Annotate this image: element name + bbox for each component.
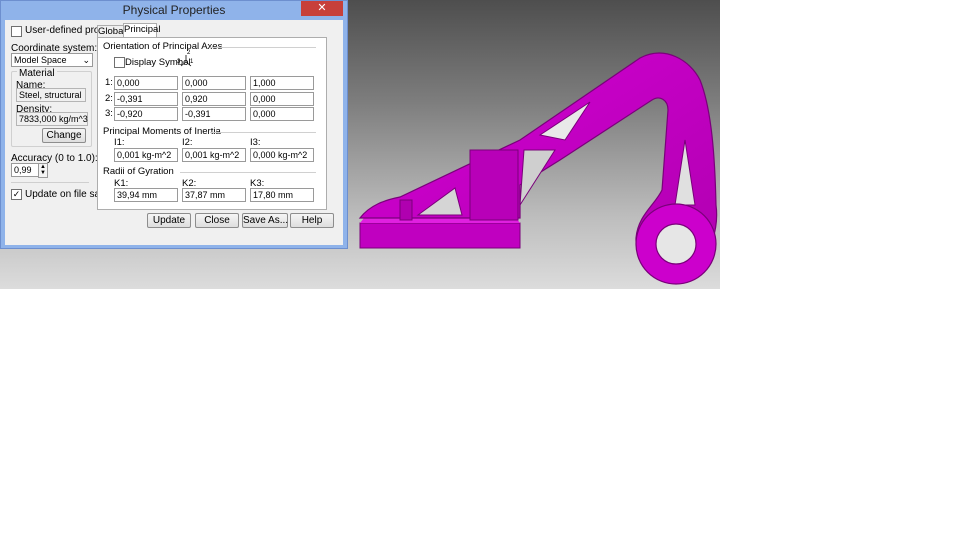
- axis-3-x[interactable]: -0,920: [114, 107, 178, 121]
- accuracy-input[interactable]: 0,99: [11, 163, 39, 177]
- close-button[interactable]: Close: [195, 213, 239, 228]
- moment-label: I1:: [114, 137, 125, 148]
- density-field: 7833,000 kg/m^3: [16, 112, 88, 126]
- update-on-save-checkbox[interactable]: ✓: [11, 189, 22, 200]
- orientation-section-title: Orientation of Principal Axes: [103, 41, 223, 52]
- gyration-section-title: Radii of Gyration: [103, 166, 174, 177]
- moment-i3-field[interactable]: 0,000 kg-m^2: [250, 148, 314, 162]
- axis-2-z[interactable]: 0,000: [250, 92, 314, 106]
- display-symbol-checkbox[interactable]: [114, 57, 125, 68]
- gyration-k3-field[interactable]: 17,80 mm: [250, 188, 314, 202]
- axis-triad-icon: 2 3 1: [177, 50, 194, 69]
- base-plate: [359, 222, 521, 249]
- change-material-button[interactable]: Change: [42, 128, 86, 143]
- coord-system-select[interactable]: Model Space ⌄: [11, 53, 93, 67]
- section-line: [180, 172, 316, 173]
- tab-principal[interactable]: Principal: [123, 23, 160, 38]
- axis-2-y[interactable]: 0,920: [182, 92, 246, 106]
- section-line: [210, 132, 316, 133]
- row-label: 3:: [105, 108, 113, 119]
- user-defined-checkbox[interactable]: [11, 26, 22, 37]
- moment-label: I3:: [250, 137, 261, 148]
- row-label: 1:: [105, 77, 113, 88]
- title-bar[interactable]: Physical Properties ✕: [1, 1, 347, 20]
- cutout-mid: [519, 149, 556, 206]
- principal-tab-panel: Orientation of Principal Axes Display Sy…: [97, 37, 327, 210]
- accuracy-spinner[interactable]: ▲ ▼: [38, 163, 48, 178]
- axis-2-x[interactable]: -0,391: [114, 92, 178, 106]
- mount-hole: [655, 223, 697, 265]
- chevron-down-icon: ⌄: [82, 55, 90, 65]
- axis-1-y[interactable]: 0,000: [182, 76, 246, 90]
- gyration-k1-field[interactable]: 39,94 mm: [114, 188, 178, 202]
- moments-section-title: Principal Moments of Inertia: [103, 126, 221, 137]
- axis-3-z[interactable]: 0,000: [250, 107, 314, 121]
- physical-properties-dialog: Physical Properties ✕ User-defined prope…: [0, 0, 348, 249]
- material-name-field: Steel, structural: [16, 88, 86, 102]
- moment-i1-field[interactable]: 0,001 kg-m^2: [114, 148, 178, 162]
- axis-3-y[interactable]: -0,391: [182, 107, 246, 121]
- save-as-button[interactable]: Save As...: [242, 213, 288, 228]
- close-window-button[interactable]: ✕: [301, 1, 343, 16]
- left-divider: [11, 182, 89, 183]
- axis-label-3: 3: [177, 59, 181, 65]
- axis-1-x[interactable]: 0,000: [114, 76, 178, 90]
- axis-label-1: 1: [190, 59, 194, 65]
- update-button[interactable]: Update: [147, 213, 191, 228]
- dialog-body: User-defined properties Coordinate syste…: [5, 20, 343, 245]
- gyration-k2-field[interactable]: 37,87 mm: [182, 188, 246, 202]
- material-group-label: Material: [17, 68, 57, 79]
- section-line: [210, 47, 316, 48]
- coord-system-value: Model Space: [14, 55, 67, 65]
- axis-1-z[interactable]: 1,000: [250, 76, 314, 90]
- moment-label: I2:: [182, 137, 193, 148]
- row-label: 2:: [105, 93, 113, 104]
- dialog-title: Physical Properties: [122, 3, 226, 17]
- axis-label-2: 2: [187, 50, 191, 56]
- help-button[interactable]: Help: [290, 213, 334, 228]
- moment-i2-field[interactable]: 0,001 kg-m^2: [182, 148, 246, 162]
